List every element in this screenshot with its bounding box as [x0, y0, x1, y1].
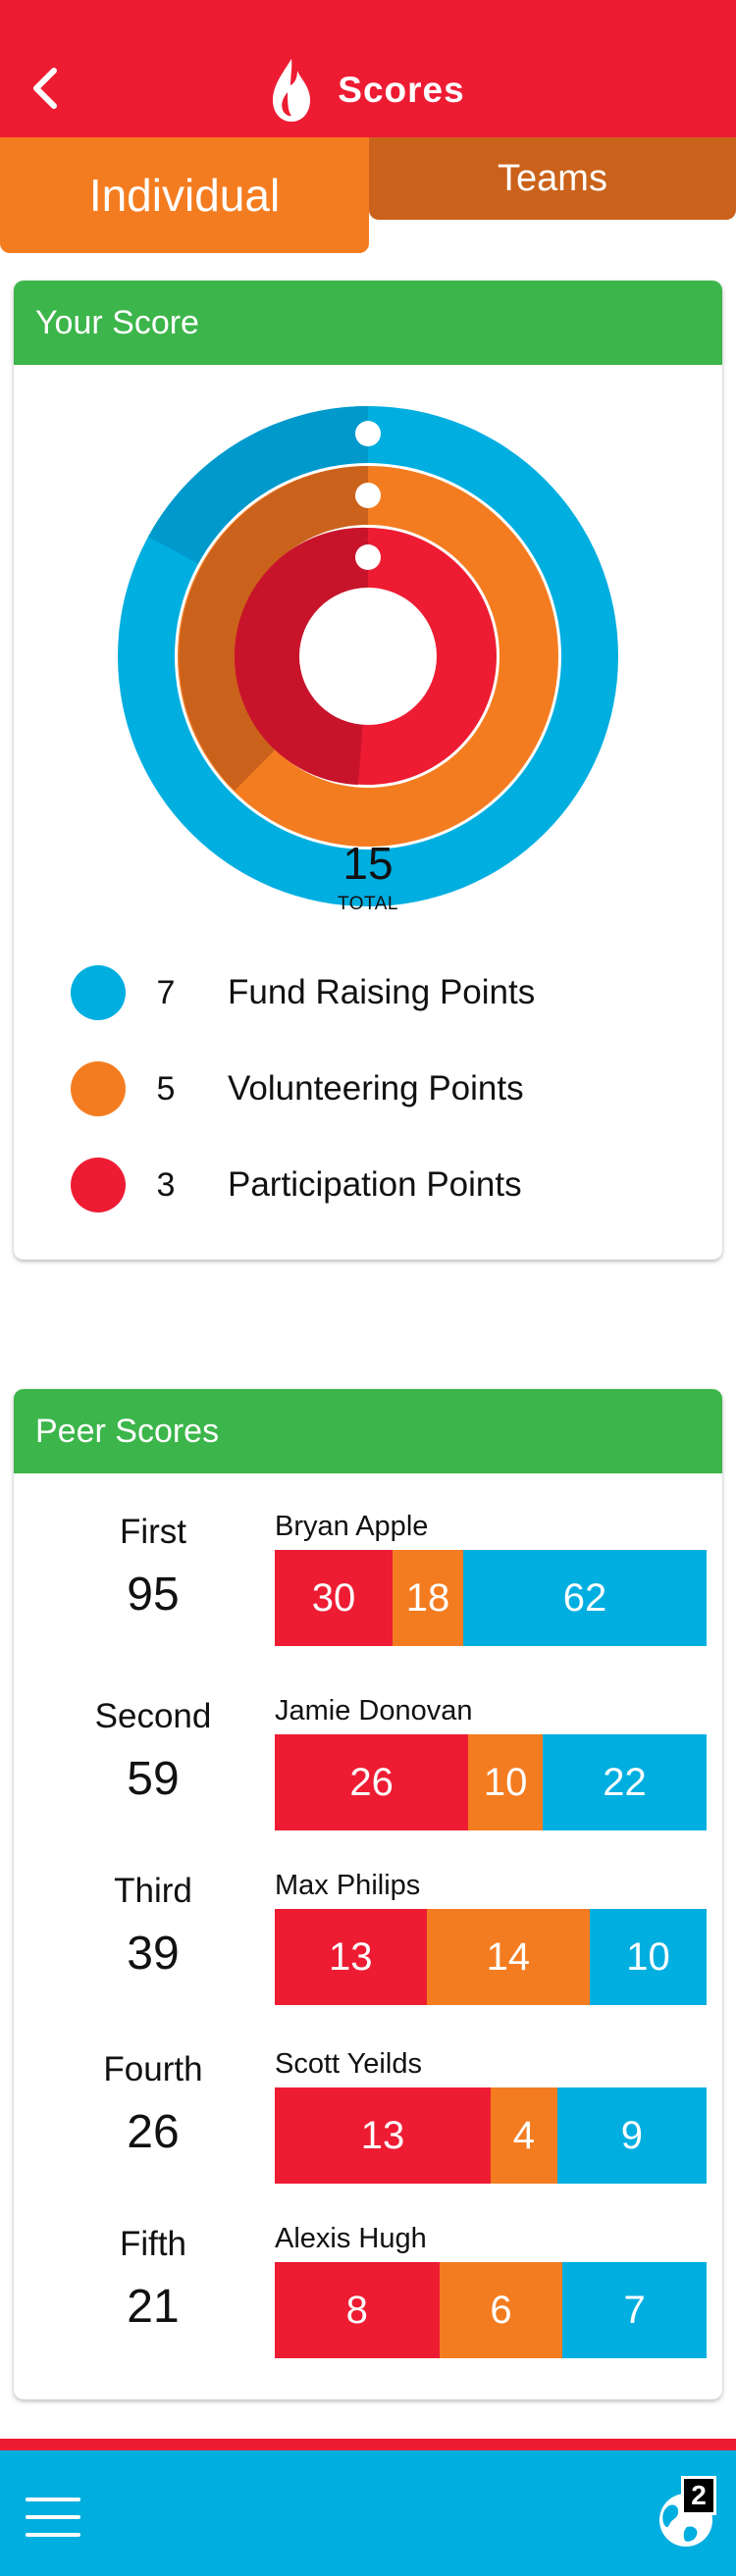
header-title-group: Scores — [0, 49, 736, 131]
peer-name: Bryan Apple — [275, 1511, 429, 1542]
fund-raising-segment: 62 — [463, 1550, 707, 1646]
peer-rank: Second — [94, 1697, 212, 1735]
peer-score: 26 — [127, 2106, 180, 2158]
tab-individual-label: Individual — [88, 170, 281, 221]
participation-segment: 30 — [275, 1550, 393, 1646]
peer-rank: Third — [114, 1872, 192, 1910]
fund-raising-dot — [71, 965, 126, 1020]
your-score-title: Your Score — [35, 303, 199, 341]
volunteering-dot — [71, 1061, 126, 1116]
peer-row[interactable]: Fifth 21 Alexis Hugh 8 6 7 — [14, 2217, 722, 2374]
volunteering-segment: 6 — [439, 2262, 563, 2358]
fund-raising-ring-marker — [355, 421, 381, 446]
volunteering-value: 5 — [156, 1069, 176, 1108]
volunteering-segment: 18 — [393, 1550, 463, 1646]
total-score-label: TOTAL — [338, 894, 398, 914]
volunteering-segment: 14 — [426, 1909, 591, 2005]
peer-row[interactable]: First 95 Bryan Apple 30 18 62 — [14, 1505, 722, 1662]
peer-scores-title: Peer Scores — [35, 1412, 220, 1450]
participation-ring-marker — [355, 544, 381, 570]
peer-score: 39 — [127, 1928, 180, 1980]
peer-scores-header: Peer Scores — [14, 1389, 722, 1473]
volunteering-ring-marker — [355, 483, 381, 508]
peer-name: Jamie Donovan — [275, 1695, 473, 1726]
legend-item-fund-raising: 7 Fund Raising Points — [71, 963, 659, 1022]
peer-name: Scott Yeilds — [275, 2048, 422, 2080]
notification-badge: 2 — [681, 2476, 716, 2515]
fund-raising-segment: 7 — [562, 2262, 707, 2358]
peer-score-bar: 26 10 22 — [275, 1734, 707, 1830]
peer-row[interactable]: Fourth 26 Scott Yeilds 13 4 9 — [14, 2042, 722, 2199]
your-score-header: Your Score — [14, 281, 722, 365]
bottom-divider — [0, 2439, 736, 2450]
peer-name: Max Philips — [275, 1870, 421, 1901]
peer-rank: Fifth — [119, 2225, 187, 2263]
fund-raising-segment: 9 — [556, 2087, 707, 2184]
peer-row[interactable]: Third 39 Max Philips 13 14 10 — [14, 1864, 722, 2021]
fund-raising-value: 7 — [156, 973, 176, 1011]
participation-value: 3 — [156, 1165, 176, 1204]
volunteering-segment: 10 — [468, 1734, 544, 1830]
peer-rank: Fourth — [103, 2050, 203, 2088]
hamburger-menu-icon[interactable] — [26, 2498, 80, 2537]
flame-drop-icon — [273, 59, 311, 122]
participation-segment: 26 — [275, 1734, 469, 1830]
peer-scores-card: Peer Scores First 95 Bryan Apple 30 18 6… — [14, 1389, 722, 2399]
peer-name: Alexis Hugh — [275, 2223, 427, 2254]
tab-individual[interactable]: Individual — [0, 137, 369, 253]
peer-score-bar: 13 14 10 — [275, 1909, 707, 2005]
participation-segment: 13 — [275, 2087, 491, 2184]
peer-row[interactable]: Second 59 Jamie Donovan 26 10 22 — [14, 1689, 722, 1846]
peer-score: 59 — [127, 1753, 180, 1805]
peer-score: 95 — [127, 1569, 180, 1621]
participation-segment: 8 — [275, 2262, 440, 2358]
peer-score-bar: 8 6 7 — [275, 2262, 707, 2358]
peer-score-bar: 30 18 62 — [275, 1550, 707, 1646]
fund-raising-segment: 10 — [590, 1909, 707, 2005]
peer-score-bar: 13 4 9 — [275, 2087, 707, 2184]
volunteering-label: Volunteering Points — [228, 1069, 524, 1108]
legend-item-volunteering: 5 Volunteering Points — [71, 1059, 659, 1118]
participation-segment: 13 — [275, 1909, 427, 2005]
your-score-card: Your Score 15 TOTAL 7 Fund Raising Point… — [14, 281, 722, 1260]
total-score: 15 TOTAL — [295, 805, 441, 951]
peer-score: 21 — [127, 2281, 180, 2333]
legend-item-participation: 3 Participation Points — [71, 1156, 659, 1214]
participation-label: Participation Points — [228, 1165, 522, 1204]
participation-dot — [71, 1158, 126, 1212]
bottom-nav-bar — [0, 2450, 736, 2576]
tab-teams-label: Teams — [498, 157, 607, 199]
peer-rank: First — [119, 1513, 187, 1551]
app-header: Scores — [0, 0, 736, 137]
fund-raising-label: Fund Raising Points — [228, 973, 536, 1011]
page-title: Scores — [338, 70, 465, 110]
fund-raising-segment: 22 — [543, 1734, 707, 1830]
tab-teams[interactable]: Teams — [369, 137, 736, 220]
total-score-value: 15 — [342, 838, 394, 889]
volunteering-segment: 4 — [491, 2087, 557, 2184]
